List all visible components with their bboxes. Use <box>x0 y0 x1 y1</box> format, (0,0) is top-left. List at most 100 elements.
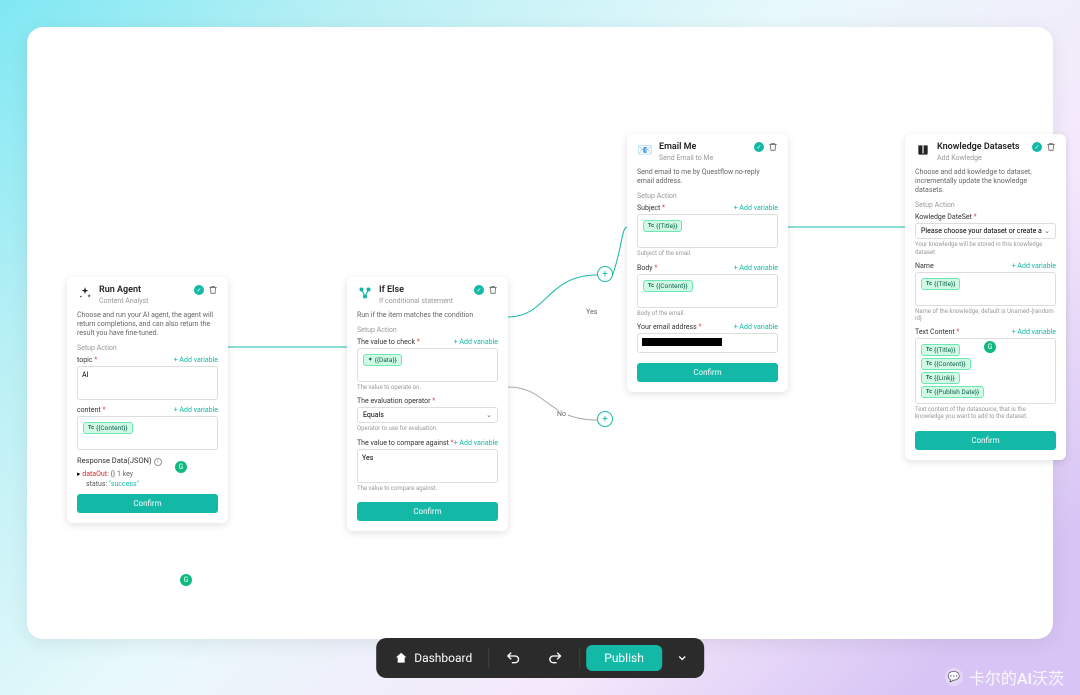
field-help: The value to operate on. <box>357 384 498 391</box>
field-label: Text Content * <box>915 328 959 336</box>
wechat-icon: 💬 <box>945 668 963 686</box>
variable-chip[interactable]: Tc{{Title}} <box>921 344 960 356</box>
delete-icon[interactable] <box>1046 142 1056 152</box>
add-variable-link[interactable]: + Add variable <box>1012 262 1056 270</box>
node-subtitle: If conditional statement <box>379 297 468 305</box>
field-help: Body of the email. <box>637 310 778 317</box>
home-icon <box>394 651 408 665</box>
variable-chip[interactable]: Tc{{Title}} <box>643 220 682 232</box>
status-dot: ✓ <box>1032 142 1042 152</box>
publish-dropdown-button[interactable] <box>668 646 696 670</box>
add-variable-link[interactable]: + Add variable <box>734 264 778 272</box>
email-icon: 📧 <box>637 142 653 158</box>
add-variable-link[interactable]: + Add variable <box>174 406 218 414</box>
confirm-button[interactable]: Confirm <box>637 363 778 382</box>
confirm-button[interactable]: Confirm <box>357 502 498 521</box>
edge-label-no: No <box>555 410 568 418</box>
node-knowledge-datasets[interactable]: Knowledge Datasets Add Kowledge ✓ Choose… <box>905 134 1066 460</box>
section-label: Setup Action <box>637 192 778 200</box>
edge-label-yes: Yes <box>584 308 599 316</box>
field-label: Subject * <box>637 204 665 212</box>
status-dot: ✓ <box>194 285 204 295</box>
field-label: Name <box>915 262 934 270</box>
name-input[interactable]: Tc{{Title}} <box>915 272 1056 306</box>
chevron-down-icon: ⌄ <box>486 411 492 419</box>
add-variable-link[interactable]: + Add variable <box>734 323 778 331</box>
field-help: Text content of the datasource, that is … <box>915 406 1056 420</box>
content-input[interactable]: Tc{{Content}}G <box>77 416 218 450</box>
book-icon <box>915 142 931 158</box>
subject-input[interactable]: Tc{{Title}} <box>637 214 778 248</box>
node-email-me[interactable]: 📧 Email Me Send Email to Me ✓ Send email… <box>627 134 788 392</box>
variable-chip[interactable]: Tc{{Publish Date}} <box>921 386 984 398</box>
section-label: Setup Action <box>77 344 218 352</box>
bottom-toolbar: Dashboard Publish <box>376 638 704 678</box>
email-address-input[interactable] <box>637 333 778 353</box>
dashboard-button[interactable]: Dashboard <box>384 645 482 671</box>
ai-ball-icon[interactable]: G <box>180 574 192 586</box>
add-variable-link[interactable]: + Add variable <box>734 204 778 212</box>
field-help: Name of the knowledge, default is Unamed… <box>915 308 1056 322</box>
node-if-else[interactable]: If Else If conditional statement ✓ Run i… <box>347 277 508 531</box>
node-title: Email Me <box>659 142 748 153</box>
add-variable-link[interactable]: + Add variable <box>174 356 218 364</box>
text-content-input[interactable]: Tc{{Title}} G Tc{{Content}} Tc{{Link}} T… <box>915 338 1056 404</box>
variable-chip[interactable]: Tc{{Title}} <box>921 278 960 290</box>
value-check-input[interactable]: ✦{{Data}} <box>357 348 498 382</box>
response-row: ▸ dataOut: {} 1 key <box>77 470 218 480</box>
watermark: 💬 卡尔的AI沃茨 <box>945 665 1064 689</box>
section-label: Setup Action <box>915 201 1056 209</box>
node-subtitle: Send Email to Me <box>659 154 748 162</box>
topic-input[interactable]: AIG <box>77 366 218 400</box>
info-icon[interactable]: i <box>154 458 162 466</box>
node-desc: Send email to me by Questflow no-reply e… <box>637 168 778 186</box>
delete-icon[interactable] <box>768 142 778 152</box>
variable-chip[interactable]: Tc{{Content}} <box>83 422 133 434</box>
ai-ball-icon[interactable]: G <box>984 341 996 353</box>
delete-icon[interactable] <box>208 285 218 295</box>
add-variable-link[interactable]: + Add variable <box>454 338 498 346</box>
add-node-button[interactable]: + <box>597 411 613 427</box>
workflow-canvas[interactable]: Run Agent Content Analyst ✓ Choose and r… <box>27 27 1053 639</box>
field-label: Kowledge DateSet * <box>915 213 977 221</box>
field-help: The value to compare against. <box>357 485 498 492</box>
compare-input[interactable]: Yes <box>357 449 498 483</box>
field-help: Operator to use for evaluation. <box>357 425 498 432</box>
node-title: Knowledge Datasets <box>937 142 1026 153</box>
node-desc: Run if the item matches the condition <box>357 311 498 320</box>
field-label: The evaluation operator * <box>357 397 435 405</box>
field-label: The value to compare against * <box>357 439 454 447</box>
dataset-select[interactable]: Please choose your dataset or create a n… <box>915 223 1056 239</box>
add-node-button[interactable]: + <box>597 266 613 282</box>
node-subtitle: Add Kowledge <box>937 154 1026 162</box>
delete-icon[interactable] <box>488 285 498 295</box>
status-dot: ✓ <box>474 285 484 295</box>
node-subtitle: Content Analyst <box>99 297 188 305</box>
node-title: Run Agent <box>99 285 188 296</box>
redo-button[interactable] <box>537 644 573 672</box>
node-title: If Else <box>379 285 468 296</box>
node-desc: Choose and run your AI agent, the agent … <box>77 311 218 338</box>
node-run-agent[interactable]: Run Agent Content Analyst ✓ Choose and r… <box>67 277 228 523</box>
add-variable-link[interactable]: + Add variable <box>454 439 498 447</box>
section-label: Setup Action <box>357 326 498 334</box>
chevron-down-icon: ⌄ <box>1044 227 1050 235</box>
field-label: topic * <box>77 356 97 364</box>
body-input[interactable]: Tc{{Content}} <box>637 274 778 308</box>
confirm-button[interactable]: Confirm <box>77 494 218 513</box>
confirm-button[interactable]: Confirm <box>915 431 1056 450</box>
field-label: content * <box>77 406 105 414</box>
undo-button[interactable] <box>495 644 531 672</box>
sparkle-icon <box>77 285 93 301</box>
variable-chip[interactable]: Tc{{Content}} <box>643 280 693 292</box>
variable-chip[interactable]: Tc{{Content}} <box>921 358 971 370</box>
add-variable-link[interactable]: + Add variable <box>1012 328 1056 336</box>
operator-select[interactable]: Equals⌄ <box>357 407 498 423</box>
undo-icon <box>505 650 521 666</box>
variable-chip[interactable]: Tc{{Link}} <box>921 372 960 384</box>
field-label: Body * <box>637 264 657 272</box>
divider <box>488 648 489 668</box>
field-label: The value to check * <box>357 338 420 346</box>
variable-chip[interactable]: ✦{{Data}} <box>363 354 402 366</box>
publish-button[interactable]: Publish <box>586 645 662 671</box>
